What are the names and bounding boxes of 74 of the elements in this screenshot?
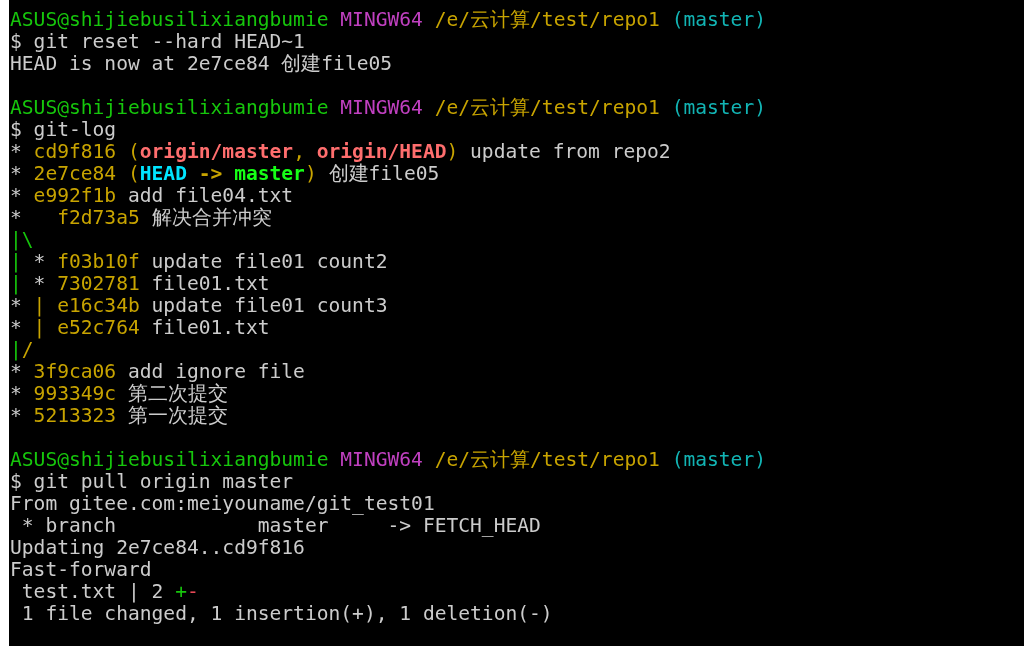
prompt-text: (master) xyxy=(670,96,766,119)
commit-hash: e992f1b xyxy=(32,184,117,207)
output-text: Updating 2e7ce84..cd9f816 xyxy=(10,536,305,559)
graph-line: | xyxy=(10,338,22,361)
output-text: HEAD is now at 2e7ce84 创建file05 xyxy=(10,52,393,75)
prompt-text: (master) xyxy=(670,8,766,31)
branch-label: HEAD xyxy=(139,162,187,185)
graph-line: | xyxy=(10,250,22,273)
graph-line: * xyxy=(32,250,46,273)
prompt-text: ASUS@shijiebusilixiangbumie xyxy=(10,96,329,119)
graph-line: |\ xyxy=(10,228,34,251)
prompt-text: ASUS@shijiebusilixiangbumie xyxy=(10,448,329,471)
diff-stat: - xyxy=(186,580,199,603)
graph-line: / xyxy=(21,338,34,361)
commit-hash: e16c34b xyxy=(56,294,140,317)
output-text: Fast-forward xyxy=(10,558,152,581)
output-text: 1 file changed, 1 insertion(+), 1 deletion(-) xyxy=(20,602,553,625)
ref-punctuation: ) xyxy=(304,162,317,185)
ref-punctuation: ( xyxy=(126,140,140,163)
command-text: $ git pull origin master xyxy=(10,470,294,493)
commit-message: 解决合并冲突 xyxy=(150,206,272,229)
commit-message: 第一次提交 xyxy=(126,404,228,427)
command-text: $ git reset --hard HEAD~1 xyxy=(10,30,305,53)
graph-line: * xyxy=(10,140,22,163)
commit-hash: 5213323 xyxy=(32,404,117,427)
graph-line: * xyxy=(32,272,46,295)
commit-hash: e52c764 xyxy=(56,316,140,339)
commit-hash: 993349c xyxy=(32,382,117,405)
commit-hash: f03b10f xyxy=(56,250,140,273)
output-text: From gitee.com:meiyouname/git_test01 xyxy=(10,492,435,515)
prompt-text: MINGW64 xyxy=(339,96,423,119)
commit-hash: 2e7ce84 xyxy=(32,162,117,185)
prompt-text: MINGW64 xyxy=(339,8,423,31)
commit-hash: cd9f816 xyxy=(32,140,117,163)
commit-message: 创建file05 xyxy=(328,162,440,185)
prompt-text: /e/云计算/test/repo1 xyxy=(433,448,660,471)
ref-punctuation: , xyxy=(293,140,306,163)
commit-hash: 3f9ca06 xyxy=(32,360,117,383)
prompt-text: MINGW64 xyxy=(339,448,423,471)
output-text: test.txt | 2 xyxy=(20,580,165,603)
prompt-text: ASUS@shijiebusilixiangbumie xyxy=(10,8,329,31)
commit-hash: f2d73a5 xyxy=(56,206,140,229)
commit-message: file01.txt xyxy=(150,272,270,295)
ref-punctuation: ) xyxy=(446,140,459,163)
commit-message: update file01 count3 xyxy=(150,294,388,317)
commit-message: update file01 count2 xyxy=(150,250,388,273)
prompt-text: /e/云计算/test/repo1 xyxy=(433,8,660,31)
graph-line: | xyxy=(32,316,46,339)
prompt-text: /e/云计算/test/repo1 xyxy=(433,96,660,119)
output-text: * branch master -> FETCH_HEAD xyxy=(20,514,541,537)
diff-stat: + xyxy=(175,580,187,603)
commit-message: update from repo2 xyxy=(469,140,671,163)
graph-line: * xyxy=(10,382,22,405)
graph-line: * xyxy=(10,206,22,229)
graph-line: * xyxy=(10,404,22,427)
prompt-text: (master) xyxy=(670,448,766,471)
commit-message: add file04.txt xyxy=(126,184,294,207)
commit-message: add ignore file xyxy=(126,360,305,383)
commit-message: 第二次提交 xyxy=(126,382,228,405)
graph-line: | xyxy=(10,272,22,295)
graph-line: * xyxy=(10,162,22,185)
commit-message: file01.txt xyxy=(150,316,270,339)
graph-line: * xyxy=(10,316,22,339)
branch-label: origin/HEAD xyxy=(316,140,447,163)
branch-label: origin/master xyxy=(139,140,294,163)
graph-line: * xyxy=(10,360,22,383)
graph-line: * xyxy=(10,184,22,207)
ref-punctuation: ( xyxy=(126,162,140,185)
branch-label: -> xyxy=(197,162,224,185)
command-text: $ git-log xyxy=(10,118,117,141)
commit-hash: 7302781 xyxy=(56,272,140,295)
graph-line: | xyxy=(32,294,46,317)
branch-label: master xyxy=(234,162,305,185)
graph-line: * xyxy=(10,294,22,317)
